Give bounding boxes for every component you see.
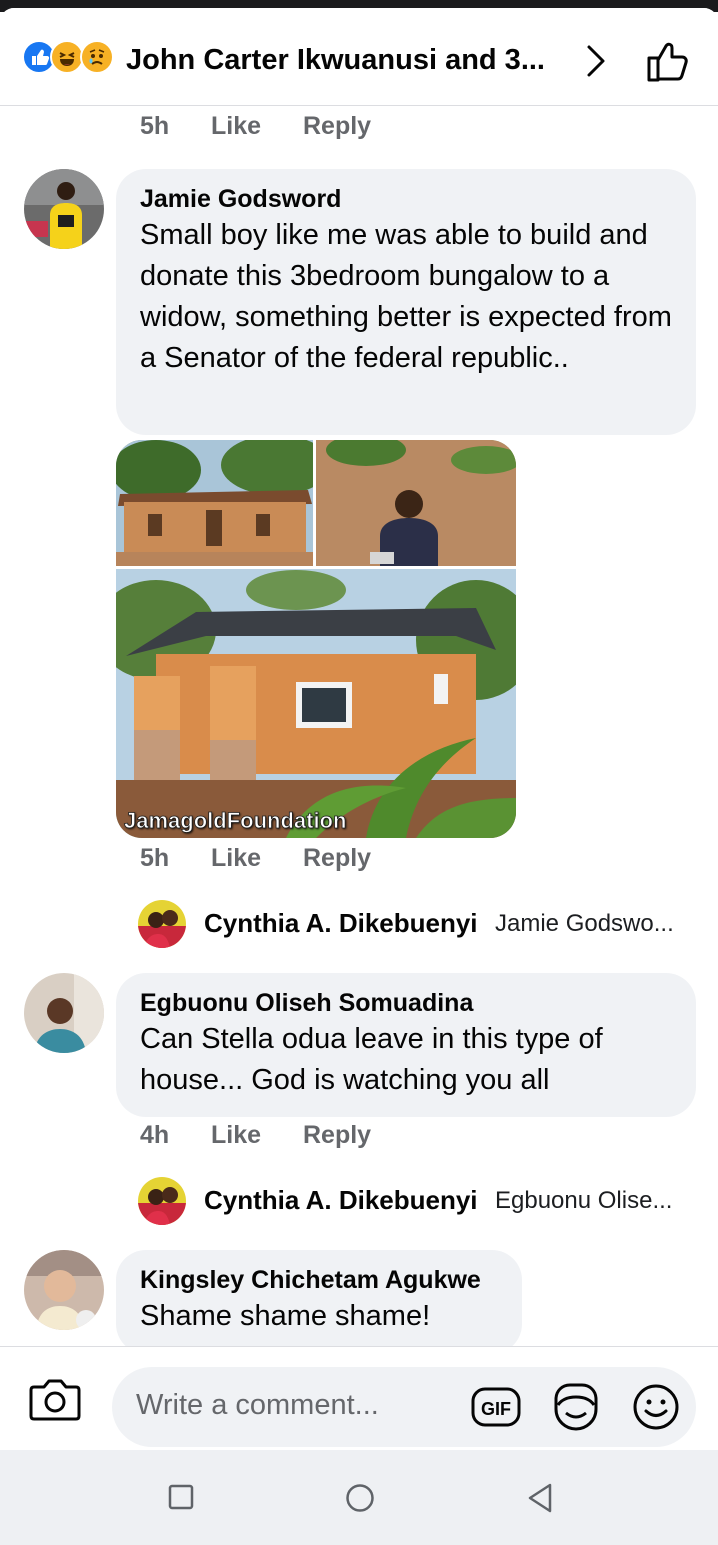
comment-bubble[interactable]: Egbuonu Oliseh Somuadina Can Stella odua…: [116, 973, 696, 1117]
system-navigation-bar: [0, 1450, 718, 1545]
like-button[interactable]: Like: [211, 1121, 261, 1150]
like-button[interactable]: Like: [211, 112, 261, 141]
comment-composer: Write a comment... GIF: [0, 1346, 718, 1458]
reactions-title[interactable]: John Carter Ikwuanusi and 3...: [126, 44, 545, 77]
comment-photo[interactable]: JamagoldFoundation: [116, 440, 516, 838]
avatar[interactable]: [138, 900, 186, 948]
photo-watermark: JamagoldFoundation: [124, 808, 347, 834]
comment-author[interactable]: Egbuonu Oliseh Somuadina: [140, 987, 672, 1019]
gif-icon[interactable]: GIF: [470, 1381, 522, 1433]
recents-icon[interactable]: [168, 1484, 194, 1510]
emoji-icon[interactable]: [630, 1381, 682, 1433]
comment-actions: 5h Like Reply: [140, 844, 400, 878]
comment-actions: 4h Like Reply: [140, 1121, 400, 1155]
reply-author[interactable]: Cynthia A. Dikebuenyi: [204, 908, 478, 939]
comment-text: Can Stella odua leave in this type of ho…: [140, 1023, 603, 1096]
comment-time: 5h: [140, 112, 170, 140]
avatar[interactable]: [24, 169, 104, 249]
thumbs-up-icon[interactable]: [644, 38, 690, 84]
haha-reaction-icon: [50, 40, 84, 74]
reply-preview[interactable]: Cynthia A. Dikebuenyi Jamie Godswo...: [138, 900, 698, 950]
back-icon[interactable]: [526, 1482, 554, 1514]
comment-author[interactable]: Kingsley Chichetam Agukwe: [140, 1264, 498, 1296]
comment-author[interactable]: Jamie Godsword: [140, 183, 672, 215]
reply-text: Egbuonu Olise...: [495, 1187, 673, 1214]
reply-button[interactable]: Reply: [303, 112, 371, 141]
reply-author[interactable]: Cynthia A. Dikebuenyi: [204, 1185, 478, 1216]
avatar[interactable]: [138, 1177, 186, 1225]
avatar[interactable]: [24, 973, 104, 1053]
svg-text:GIF: GIF: [481, 1399, 511, 1419]
comments-sheet: John Carter Ikwuanusi and 3... 5h Like R…: [0, 8, 718, 1458]
sad-reaction-icon: [80, 40, 114, 74]
avatar[interactable]: [24, 1250, 104, 1330]
sticker-icon[interactable]: [550, 1381, 602, 1433]
like-button[interactable]: Like: [211, 844, 261, 873]
comment-bubble[interactable]: Jamie Godsword Small boy like me was abl…: [116, 169, 696, 435]
camera-icon[interactable]: [28, 1375, 82, 1423]
comment-actions: 5h Like Reply: [140, 112, 400, 146]
comment-input[interactable]: Write a comment... GIF: [112, 1367, 696, 1447]
reactions-header[interactable]: John Carter Ikwuanusi and 3...: [0, 8, 718, 106]
reply-preview[interactable]: Cynthia A. Dikebuenyi Egbuonu Olise...: [138, 1177, 698, 1227]
reply-button[interactable]: Reply: [303, 844, 371, 873]
comment-time: 4h: [140, 1121, 170, 1149]
comment-text: Shame shame shame!: [140, 1300, 431, 1332]
reaction-icons[interactable]: [22, 40, 122, 74]
comment-input-placeholder: Write a comment...: [136, 1389, 379, 1421]
comment-bubble[interactable]: Kingsley Chichetam Agukwe Shame shame sh…: [116, 1250, 522, 1354]
reply-text: Jamie Godswo...: [495, 910, 674, 937]
comment-text: Small boy like me was able to build and …: [140, 219, 672, 374]
comment-time: 5h: [140, 844, 170, 872]
home-icon[interactable]: [345, 1483, 375, 1513]
reply-button[interactable]: Reply: [303, 1121, 371, 1150]
chevron-right-icon[interactable]: [584, 44, 608, 78]
